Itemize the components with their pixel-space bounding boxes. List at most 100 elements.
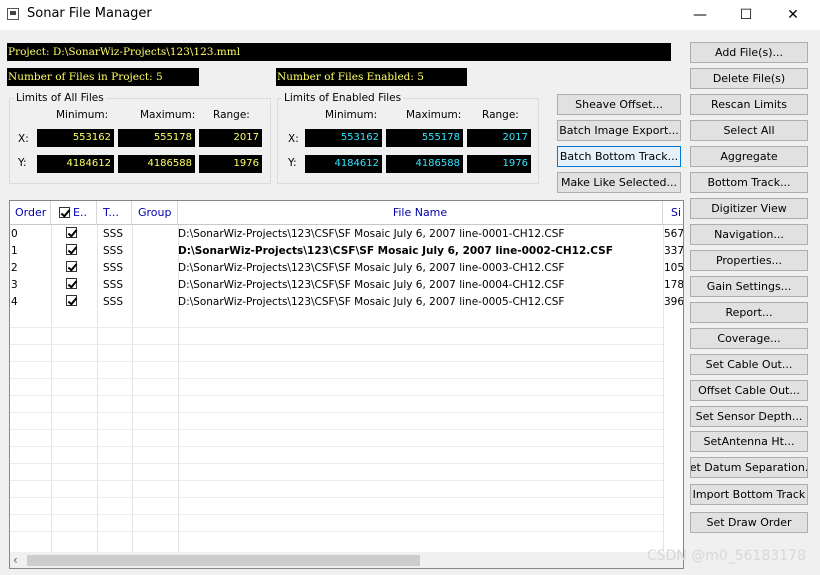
horizontal-scrollbar[interactable]: ‹ bbox=[10, 552, 683, 568]
scroll-left-icon[interactable]: ‹ bbox=[13, 552, 18, 568]
row-order: 3 bbox=[11, 279, 18, 291]
file-table[interactable]: Order E.. T... Group File Name Si 0 SSS … bbox=[9, 200, 684, 569]
row-enabled-checkbox[interactable] bbox=[66, 278, 77, 289]
header-size[interactable]: Si bbox=[663, 201, 683, 225]
maximize-button[interactable]: ☐ bbox=[723, 0, 769, 30]
row-divider bbox=[10, 412, 663, 413]
row-file-name: D:\SonarWiz-Projects\123\CSF\SF Mosaic J… bbox=[178, 245, 613, 257]
offset-cable-out-button[interactable]: Offset Cable Out... bbox=[690, 380, 808, 401]
range-label: Range: bbox=[482, 109, 519, 121]
row-divider bbox=[10, 395, 663, 396]
table-row[interactable]: 0 SSS D:\SonarWiz-Projects\123\CSF\SF Mo… bbox=[10, 226, 683, 243]
sheave-offset-button[interactable]: Sheave Offset... bbox=[557, 94, 681, 115]
header-check-icon[interactable] bbox=[59, 207, 70, 218]
max-label: Maximum: bbox=[140, 109, 196, 121]
limits-all-title: Limits of All Files bbox=[14, 92, 106, 104]
set-draw-order-button[interactable]: Set Draw Order bbox=[690, 512, 808, 533]
set-cable-out-button[interactable]: Set Cable Out... bbox=[690, 354, 808, 375]
enabled-y-range: 1976 bbox=[467, 155, 531, 173]
aggregate-button[interactable]: Aggregate bbox=[690, 146, 808, 167]
properties-button[interactable]: Properties... bbox=[690, 250, 808, 271]
row-divider bbox=[10, 429, 663, 430]
header-order-label: Order bbox=[15, 206, 47, 219]
import-bottom-track-button[interactable]: Import Bottom Track bbox=[690, 484, 808, 505]
row-divider bbox=[10, 531, 663, 532]
app-icon bbox=[7, 8, 19, 20]
project-path: Project: D:\SonarWiz-Projects\123\123.mm… bbox=[7, 43, 671, 61]
row-size: 178 bbox=[664, 279, 684, 291]
row-divider bbox=[10, 361, 663, 362]
row-size: 105 bbox=[664, 262, 684, 274]
enabled-x-max: 555178 bbox=[386, 129, 463, 147]
table-row[interactable]: 4 SSS D:\SonarWiz-Projects\123\CSF\SF Mo… bbox=[10, 294, 684, 311]
row-type: SSS bbox=[103, 296, 123, 308]
row-group bbox=[134, 243, 176, 260]
row-file-name: D:\SonarWiz-Projects\123\CSF\SF Mosaic J… bbox=[178, 279, 565, 291]
set-datum-separation-button[interactable]: Set Datum Separation... bbox=[690, 457, 808, 478]
y-label: Y: bbox=[18, 157, 27, 169]
row-divider bbox=[10, 497, 663, 498]
table-row-selected[interactable]: 1 SSS D:\SonarWiz-Projects\123\CSF\SF Mo… bbox=[10, 243, 684, 260]
make-like-selected-button[interactable]: Make Like Selected... bbox=[557, 172, 681, 193]
row-divider bbox=[10, 480, 663, 481]
bottom-track-button[interactable]: Bottom Track... bbox=[690, 172, 808, 193]
batch-bottom-track-button[interactable]: Batch Bottom Track... bbox=[557, 146, 681, 167]
set-sensor-depth-button[interactable]: Set Sensor Depth... bbox=[690, 406, 808, 427]
row-size: 337 bbox=[664, 245, 684, 257]
delete-files-button[interactable]: Delete File(s) bbox=[690, 68, 808, 89]
gain-settings-button[interactable]: Gain Settings... bbox=[690, 276, 808, 297]
header-enabled[interactable]: E.. bbox=[51, 201, 97, 225]
row-enabled-checkbox[interactable] bbox=[66, 295, 77, 306]
header-file-name[interactable]: File Name bbox=[178, 201, 663, 225]
row-divider bbox=[10, 446, 663, 447]
row-type: SSS bbox=[103, 245, 123, 257]
row-divider bbox=[10, 344, 663, 345]
all-x-min: 553162 bbox=[37, 129, 114, 147]
row-size: 396 bbox=[664, 296, 684, 308]
set-antenna-ht-button[interactable]: SetAntenna Ht... bbox=[690, 431, 808, 452]
row-group bbox=[134, 277, 176, 294]
header-order[interactable]: Order bbox=[10, 201, 51, 225]
y-label: Y: bbox=[288, 157, 297, 169]
rescan-limits-button[interactable]: Rescan Limits bbox=[690, 94, 808, 115]
row-file-name: D:\SonarWiz-Projects\123\CSF\SF Mosaic J… bbox=[178, 262, 565, 274]
row-enabled-checkbox[interactable] bbox=[66, 227, 77, 238]
all-y-range: 1976 bbox=[199, 155, 262, 173]
header-file-label: File Name bbox=[392, 206, 448, 219]
files-in-project: Number of Files in Project: 5 bbox=[7, 68, 199, 86]
enabled-y-min: 4184612 bbox=[305, 155, 382, 173]
header-group[interactable]: Group bbox=[132, 201, 178, 225]
max-label: Maximum: bbox=[406, 109, 462, 121]
row-type: SSS bbox=[103, 262, 123, 274]
min-label: Minimum: bbox=[325, 109, 378, 121]
table-row[interactable]: 2 SSS D:\SonarWiz-Projects\123\CSF\SF Mo… bbox=[10, 260, 684, 277]
scrollbar-thumb[interactable] bbox=[27, 555, 420, 566]
select-all-button[interactable]: Select All bbox=[690, 120, 808, 141]
add-files-button[interactable]: Add File(s)... bbox=[690, 42, 808, 63]
files-enabled: Number of Files Enabled: 5 bbox=[276, 68, 467, 86]
row-order: 0 bbox=[11, 228, 18, 240]
row-type: SSS bbox=[103, 279, 123, 291]
minimize-button[interactable]: — bbox=[677, 0, 723, 30]
all-y-max: 4186588 bbox=[118, 155, 195, 173]
row-order: 1 bbox=[11, 245, 18, 257]
header-enabled-label: E.. bbox=[73, 206, 87, 219]
navigation-button[interactable]: Navigation... bbox=[690, 224, 808, 245]
report-button[interactable]: Report... bbox=[690, 302, 808, 323]
min-label: Minimum: bbox=[56, 109, 109, 121]
row-file-name: D:\SonarWiz-Projects\123\CSF\SF Mosaic J… bbox=[178, 296, 565, 308]
window-title: Sonar File Manager bbox=[27, 6, 152, 21]
close-button[interactable]: ✕ bbox=[770, 0, 816, 30]
table-row[interactable]: 3 SSS D:\SonarWiz-Projects\123\CSF\SF Mo… bbox=[10, 277, 684, 294]
row-enabled-checkbox[interactable] bbox=[66, 244, 77, 255]
range-label: Range: bbox=[213, 109, 250, 121]
enabled-x-min: 553162 bbox=[305, 129, 382, 147]
row-divider bbox=[10, 463, 663, 464]
batch-image-export-button[interactable]: Batch Image Export... bbox=[557, 120, 681, 141]
header-type[interactable]: T... bbox=[97, 201, 132, 225]
row-divider bbox=[10, 514, 663, 515]
coverage-button[interactable]: Coverage... bbox=[690, 328, 808, 349]
digitizer-view-button[interactable]: Digitizer View bbox=[690, 198, 808, 219]
row-enabled-checkbox[interactable] bbox=[66, 261, 77, 272]
row-group bbox=[134, 294, 176, 311]
